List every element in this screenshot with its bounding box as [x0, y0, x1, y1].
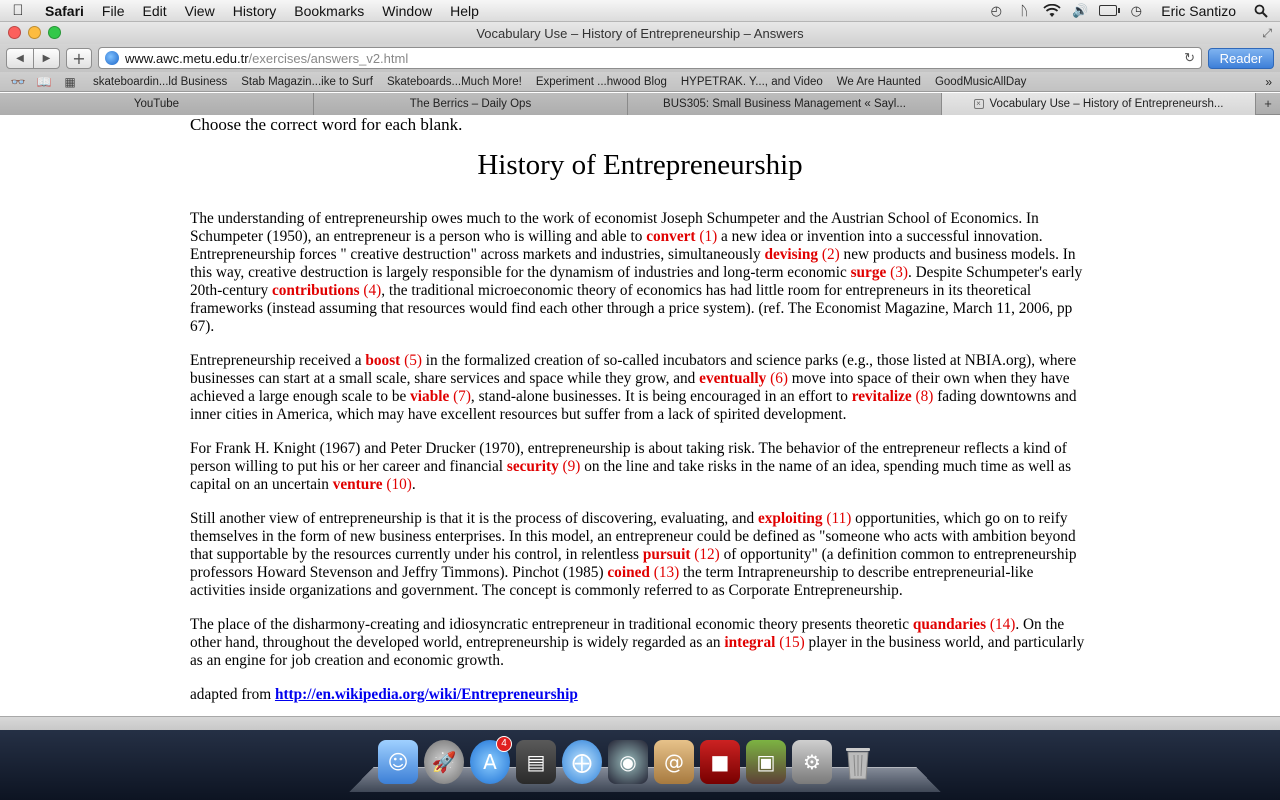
safari-compass-icon[interactable]: ⨁: [562, 740, 602, 784]
volume-icon[interactable]: 🔊: [1071, 3, 1089, 19]
apple-icon[interactable]: : [0, 2, 36, 19]
menu-window[interactable]: Window: [373, 0, 441, 22]
globe-icon: [105, 51, 119, 65]
bookmark-item[interactable]: Skateboards...Much More!: [380, 76, 529, 88]
app-store-badge: 4: [496, 736, 512, 752]
page-title: History of Entrepreneurship: [477, 149, 803, 181]
tab-vocabulary-use[interactable]: × Vocabulary Use – History of Entrepreneu…: [942, 93, 1256, 115]
tab-youtube[interactable]: YouTube: [0, 93, 314, 115]
time-machine-icon[interactable]: ◴: [987, 3, 1005, 19]
app-store-icon[interactable]: A4: [470, 736, 512, 784]
answer-4: contributions (4): [271, 282, 382, 299]
photo-booth-curtain-icon[interactable]: ■: [700, 740, 740, 784]
instructions: Choose the correct word for each blank.: [190, 116, 463, 134]
trash-icon[interactable]: [838, 740, 878, 784]
back-forward-group: ◀ ▶: [6, 47, 60, 69]
answer-5: boost (5): [365, 352, 422, 369]
menu-edit[interactable]: Edit: [133, 0, 175, 22]
tab-bus305[interactable]: BUS305: Small Business Management « Sayl…: [628, 93, 942, 115]
answer-9: security (9): [506, 458, 581, 475]
spotlight-search-icon[interactable]: [1252, 3, 1270, 19]
paragraph-5: The place of the disharmony-creating and…: [190, 616, 1085, 669]
forward-button[interactable]: ▶: [33, 48, 59, 68]
system-preferences-gear-icon[interactable]: ⚙: [792, 740, 832, 784]
battery-icon[interactable]: [1099, 3, 1121, 19]
answer-10: venture (10): [332, 476, 412, 493]
bookmarks-overflow-icon[interactable]: »: [1265, 75, 1280, 89]
source-link[interactable]: http://en.wikipedia.org/wiki/Entrepreneu…: [275, 686, 578, 703]
menu-bar:  Safari File Edit View History Bookmark…: [0, 0, 1280, 22]
answer-13: coined (13): [607, 564, 680, 581]
zoom-window-button[interactable]: [48, 26, 61, 39]
menu-file[interactable]: File: [93, 0, 134, 22]
minimize-window-button[interactable]: [28, 26, 41, 39]
web-page: Choose the correct word for each blank. …: [0, 116, 1280, 716]
source-line: adapted from http://en.wikipedia.org/wik…: [190, 686, 578, 703]
fullscreen-icon[interactable]: ⤢: [1262, 26, 1272, 41]
bookmark-item[interactable]: GoodMusicAllDay: [928, 76, 1033, 88]
menu-history[interactable]: History: [224, 0, 286, 22]
launchpad-rocket-icon[interactable]: 🚀: [424, 740, 464, 784]
menu-bookmarks[interactable]: Bookmarks: [285, 0, 373, 22]
bookmark-item[interactable]: Stab Magazin...ike to Surf: [234, 76, 380, 88]
top-sites-grid-icon[interactable]: ▦: [60, 75, 80, 89]
bookmarks-book-icon[interactable]: 📖: [34, 75, 54, 89]
finder-icon[interactable]: ☺: [378, 740, 418, 784]
url-host: www.awc.metu.edu.tr: [125, 50, 249, 66]
answer-14: quandaries (14): [912, 616, 1016, 633]
tab-bar: YouTube The Berrics – Daily Ops BUS305: …: [0, 93, 1280, 115]
answer-11: exploiting (11): [757, 510, 852, 527]
tab-label: Vocabulary Use – History of Entrepreneur…: [989, 98, 1224, 110]
url-path: /exercises/answers_v2.html: [248, 50, 409, 66]
dock: ☺ 🚀 A4 ▤ ⨁ ◉ @ ■ ▣ ⚙: [0, 730, 1280, 800]
back-button[interactable]: ◀: [7, 49, 33, 68]
answer-12: pursuit (12): [642, 546, 720, 563]
reader-button[interactable]: Reader: [1208, 47, 1274, 69]
tab-label: BUS305: Small Business Management « Sayl…: [663, 98, 906, 110]
bookmark-item[interactable]: skateboardin...ld Business: [86, 76, 234, 88]
tab-close-icon[interactable]: ×: [973, 99, 984, 109]
menu-view[interactable]: View: [176, 0, 224, 22]
window-title: Vocabulary Use – History of Entrepreneur…: [476, 25, 804, 41]
new-tab-button[interactable]: +: [1256, 93, 1280, 114]
reading-list-icon[interactable]: 👓: [8, 75, 28, 89]
answer-15: integral (15): [724, 634, 805, 651]
answer-6: eventually (6): [699, 370, 788, 387]
reload-icon[interactable]: ↻: [1184, 50, 1195, 66]
tab-berrics[interactable]: The Berrics – Daily Ops: [314, 93, 628, 115]
bookmark-item[interactable]: We Are Haunted: [830, 76, 928, 88]
answer-3: surge (3): [850, 264, 908, 281]
page-content: Choose the correct word for each blank. …: [190, 116, 1090, 716]
dashboard-icon[interactable]: ▤: [516, 740, 556, 784]
wifi-icon[interactable]: [1043, 3, 1061, 19]
address-bar[interactable]: www.awc.metu.edu.tr/exercises/answers_v2…: [98, 47, 1202, 69]
add-bookmark-button[interactable]: +: [66, 47, 92, 69]
user-name[interactable]: Eric Santizo: [1155, 3, 1242, 19]
address-book-icon[interactable]: @: [654, 740, 694, 784]
minecraft-block-icon[interactable]: ▣: [746, 740, 786, 784]
answer-2: devising (2): [764, 246, 840, 263]
tab-label: The Berrics – Daily Ops: [409, 98, 532, 110]
paragraph-2: Entrepreneurship received a boost (5) in…: [190, 352, 1077, 423]
close-window-button[interactable]: [8, 26, 21, 39]
answer-7: viable (7): [410, 388, 471, 405]
bluetooth-icon[interactable]: ᚢ: [1015, 3, 1033, 19]
tab-label: YouTube: [133, 98, 180, 110]
horizontal-scrollbar[interactable]: [0, 716, 1280, 730]
facetime-camera-icon[interactable]: ◉: [608, 740, 648, 784]
browser-toolbar: ◀ ▶ + www.awc.metu.edu.tr/exercises/answ…: [0, 44, 1280, 72]
bookmark-item[interactable]: Experiment ...hwood Blog: [529, 76, 674, 88]
menu-help[interactable]: Help: [441, 0, 488, 22]
answer-8: revitalize (8): [851, 388, 934, 405]
paragraph-1: The understanding of entrepreneurship ow…: [190, 210, 1083, 335]
paragraph-4: Still another view of entrepreneurship i…: [190, 510, 1077, 599]
paragraph-3: For Frank H. Knight (1967) and Peter Dru…: [190, 440, 1072, 493]
window-titlebar: Vocabulary Use – History of Entrepreneur…: [0, 22, 1280, 44]
bookmarks-bar: 👓 📖 ▦ skateboardin...ld Business Stab Ma…: [0, 72, 1280, 92]
answer-1: convert (1): [646, 228, 718, 245]
clock-icon[interactable]: ◷: [1127, 3, 1145, 19]
bookmark-item[interactable]: HYPETRAK. Y..., and Video: [674, 76, 830, 88]
menu-app-safari[interactable]: Safari: [36, 0, 93, 22]
